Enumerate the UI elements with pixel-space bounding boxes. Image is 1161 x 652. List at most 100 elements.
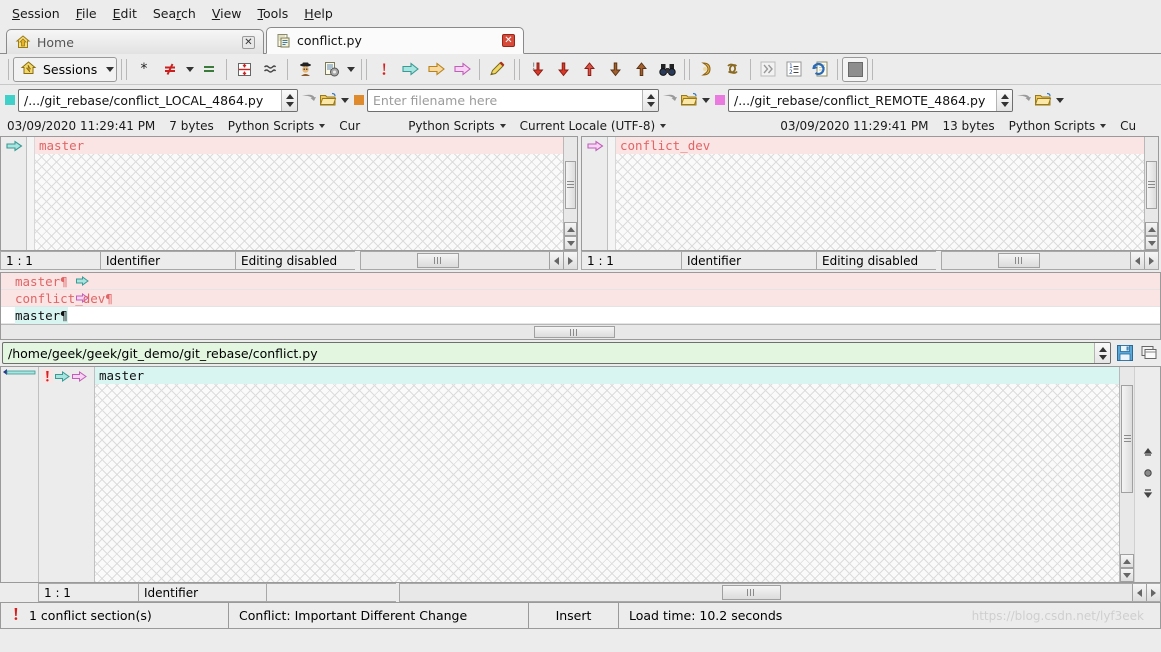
show-differences-icon[interactable]: [157, 57, 183, 82]
ignore-unimportant-icon[interactable]: [292, 57, 318, 82]
center-browse-folder-icon[interactable]: [679, 88, 699, 112]
editor-copy-left-arrow-icon[interactable]: [55, 370, 70, 385]
right-pane-hscroll-right[interactable]: [1144, 252, 1158, 269]
minor-differences-icon[interactable]: [257, 57, 283, 82]
edit-pencil-icon[interactable]: [484, 57, 510, 82]
editor-code-area[interactable]: master: [95, 367, 1119, 582]
output-path-spinner[interactable]: [1094, 343, 1110, 363]
show-same-icon[interactable]: [196, 57, 222, 82]
merge-line-3[interactable]: master¶: [1, 306, 1160, 324]
menu-item-search[interactable]: Search: [145, 3, 204, 24]
left-copy-arrow-icon[interactable]: [6, 140, 23, 155]
left-file-format[interactable]: Python Scripts: [221, 119, 332, 133]
layout-icon[interactable]: [1139, 341, 1159, 365]
main-editor[interactable]: master: [0, 366, 1161, 583]
left-pane-code[interactable]: master: [35, 137, 563, 250]
left-file-encoding[interactable]: Cur: [332, 119, 367, 133]
reload-page-icon[interactable]: [807, 57, 833, 82]
menu-item-tools[interactable]: Tools: [249, 3, 296, 24]
editor-vscroll-thumb[interactable]: [1121, 385, 1133, 493]
right-path-spinner[interactable]: [996, 89, 1012, 111]
editor-hscroll-left[interactable]: [1132, 584, 1146, 601]
right-pane-gutter[interactable]: [582, 137, 608, 250]
center-file-encoding[interactable]: Current Locale (UTF-8): [513, 119, 674, 133]
merge-preview-lines[interactable]: master¶ conflict_dev¶ master¶: [1, 273, 1160, 324]
menu-item-view[interactable]: View: [204, 3, 250, 24]
menu-item-session[interactable]: SSessionession: [4, 3, 68, 24]
left-path-go-icon[interactable]: [298, 88, 318, 112]
merge-line-2-arrow-icon[interactable]: [1, 273, 90, 324]
editor-line-1[interactable]: master: [95, 367, 1119, 384]
output-path-combo[interactable]: /home/geek/geek/git_demo/git_rebase/conf…: [2, 342, 1111, 364]
center-encoding-dropdown-icon[interactable]: [660, 123, 667, 128]
right-file-encoding[interactable]: Cu: [1113, 119, 1143, 133]
left-path-spinner[interactable]: [281, 89, 297, 111]
left-pane-hscroll-left[interactable]: [549, 252, 563, 269]
next-difference-down-icon[interactable]: [550, 57, 576, 82]
center-path-go-icon[interactable]: [659, 88, 679, 112]
right-pane-hscrollbar[interactable]: [941, 251, 1159, 270]
right-browse-dropdown-icon[interactable]: [1053, 88, 1066, 113]
status-insert-mode[interactable]: Insert: [528, 602, 618, 629]
left-diff-pane[interactable]: master: [0, 136, 578, 251]
right-pane-hscroll-thumb[interactable]: [998, 253, 1040, 268]
find-binoculars-icon[interactable]: [654, 57, 680, 82]
right-file-path-value[interactable]: /.../git_rebase/conflict_REMOTE_4864.py: [729, 93, 996, 108]
tab-home-close-icon[interactable]: ✕: [242, 35, 255, 49]
line-numbers-icon[interactable]: 1 2: [781, 57, 807, 82]
scroll-to-bottom-icon[interactable]: [1141, 486, 1155, 503]
editor-copy-right-arrow-icon[interactable]: [72, 370, 87, 385]
save-icon[interactable]: [1115, 341, 1135, 365]
left-file-path-value[interactable]: /.../git_rebase/conflict_LOCAL_4864.py: [19, 93, 281, 108]
next-conflict-icon[interactable]: [371, 57, 397, 82]
menu-item-help[interactable]: Help: [296, 3, 341, 24]
editor-vscroll-down[interactable]: [1120, 568, 1134, 582]
copy-to-right-icon[interactable]: [397, 57, 423, 82]
menu-item-edit[interactable]: Edit: [105, 3, 145, 24]
left-pane-hscroll-right[interactable]: [563, 252, 577, 269]
right-copy-arrow-icon[interactable]: [587, 140, 604, 155]
editor-hscroll-right[interactable]: [1146, 584, 1160, 601]
center-file-path-combo[interactable]: Enter filename here: [367, 88, 659, 112]
refresh-icon[interactable]: [720, 57, 746, 82]
output-path-value[interactable]: /home/geek/geek/git_demo/git_rebase/conf…: [3, 346, 1094, 361]
swap-sides-icon[interactable]: [694, 57, 720, 82]
editor-vscrollbar[interactable]: [1119, 367, 1134, 582]
tab-home[interactable]: Home ✕: [6, 29, 264, 54]
left-format-dropdown-icon[interactable]: [319, 123, 326, 128]
center-format-dropdown-icon[interactable]: [499, 123, 506, 128]
stop-square-icon[interactable]: [842, 56, 869, 82]
align-lines-icon[interactable]: [231, 57, 257, 82]
copy-to-center-icon[interactable]: [423, 57, 449, 82]
conflict-exclamation-icon[interactable]: [42, 369, 53, 386]
left-pane-hscroll-thumb[interactable]: [417, 253, 459, 268]
right-file-path-combo[interactable]: /.../git_rebase/conflict_REMOTE_4864.py: [728, 88, 1013, 112]
merge-line-1[interactable]: master¶: [1, 273, 1160, 290]
more-chevrons-icon[interactable]: [755, 57, 781, 82]
right-file-format[interactable]: Python Scripts: [1002, 119, 1113, 133]
rules-dropdown-icon[interactable]: [344, 57, 357, 82]
right-pane-vscrollbar[interactable]: [1144, 137, 1158, 250]
right-pane-line-1[interactable]: conflict_dev: [616, 137, 1144, 154]
left-pane-vscrollbar[interactable]: [563, 137, 577, 250]
merge-preview-hscroll-thumb[interactable]: [534, 326, 616, 338]
show-all-icon[interactable]: *: [131, 57, 157, 82]
right-format-dropdown-icon[interactable]: [1100, 123, 1107, 128]
previous-difference-up-icon[interactable]: [576, 57, 602, 82]
tab-conflict-py[interactable]: conflict.py ✕: [266, 27, 524, 54]
right-path-go-icon[interactable]: [1013, 88, 1033, 112]
rules-gear-icon[interactable]: [318, 57, 344, 82]
next-conflict-down-icon[interactable]: !: [524, 57, 550, 82]
left-pane-vscroll-up[interactable]: [564, 222, 577, 236]
right-pane-vscroll-down[interactable]: [1145, 236, 1158, 250]
scroll-to-top-icon[interactable]: [1141, 446, 1155, 463]
merge-line-2[interactable]: conflict_dev¶: [1, 290, 1160, 307]
center-path-spinner[interactable]: [642, 89, 658, 111]
merge-preview-panel[interactable]: master¶ conflict_dev¶ master¶: [0, 272, 1161, 340]
scroll-to-center-icon[interactable]: [1141, 466, 1155, 483]
left-file-path-combo[interactable]: /.../git_rebase/conflict_LOCAL_4864.py: [18, 88, 298, 112]
editor-vscroll-up[interactable]: [1120, 554, 1134, 568]
sessions-button[interactable]: Sessions: [13, 56, 118, 82]
center-file-path-value[interactable]: Enter filename here: [368, 93, 642, 108]
left-browse-folder-icon[interactable]: [318, 88, 338, 112]
